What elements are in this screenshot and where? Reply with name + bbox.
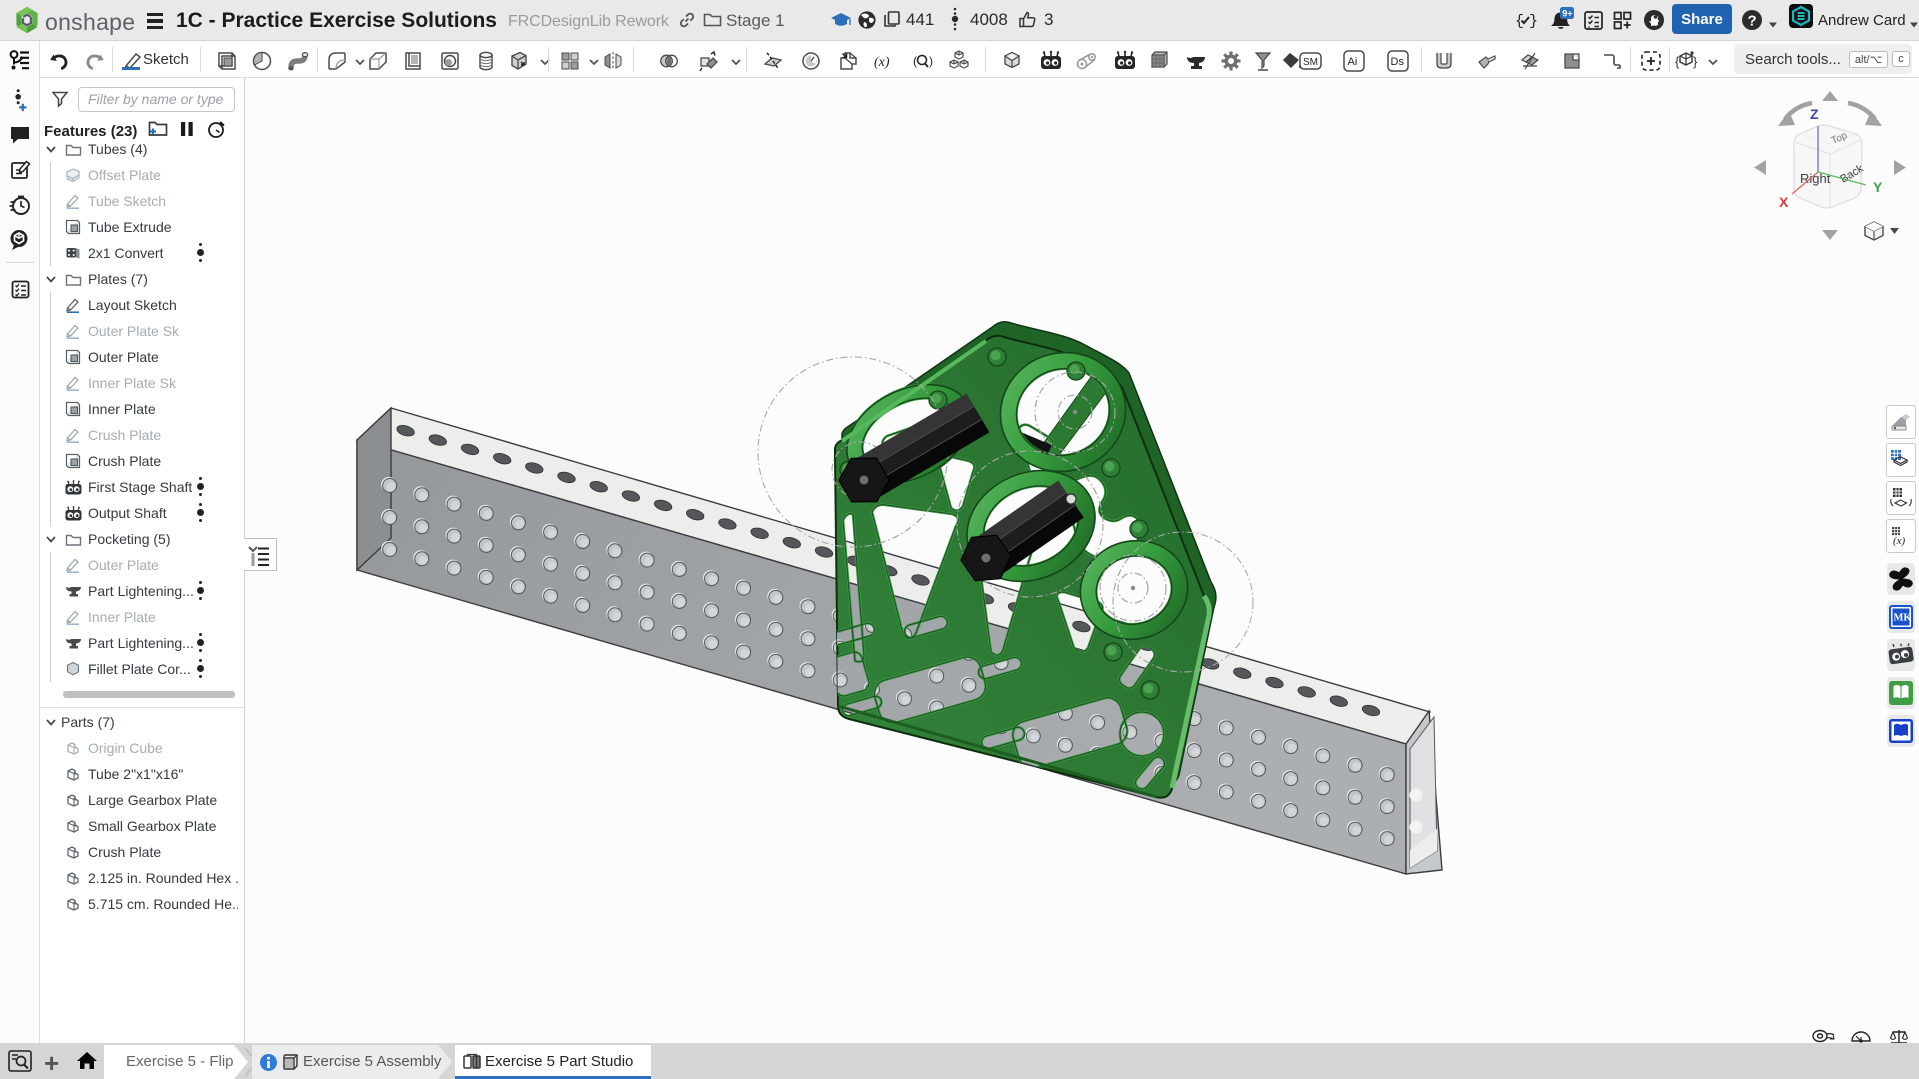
- svg-text:?: ?: [1748, 13, 1757, 30]
- svg-text:Z: Z: [1810, 106, 1819, 122]
- svg-text:X: X: [1779, 194, 1789, 210]
- svg-text:(x): (x): [874, 55, 890, 70]
- svg-text:}: }: [1529, 13, 1537, 30]
- svg-text:Y: Y: [1873, 179, 1883, 195]
- svg-text:MK: MK: [1894, 613, 1913, 624]
- svg-text:(x): (x): [1893, 535, 1906, 547]
- svg-text:}: }: [1693, 54, 1698, 69]
- svg-text:): ): [929, 54, 933, 68]
- svg-text:9+: 9+: [1562, 8, 1572, 18]
- svg-text:{: {: [1675, 54, 1680, 69]
- svg-text:Ds: Ds: [1391, 56, 1405, 68]
- svg-text:SM: SM: [1303, 57, 1318, 68]
- svg-text:Ai: Ai: [1348, 56, 1358, 68]
- svg-text:(: (: [913, 54, 917, 68]
